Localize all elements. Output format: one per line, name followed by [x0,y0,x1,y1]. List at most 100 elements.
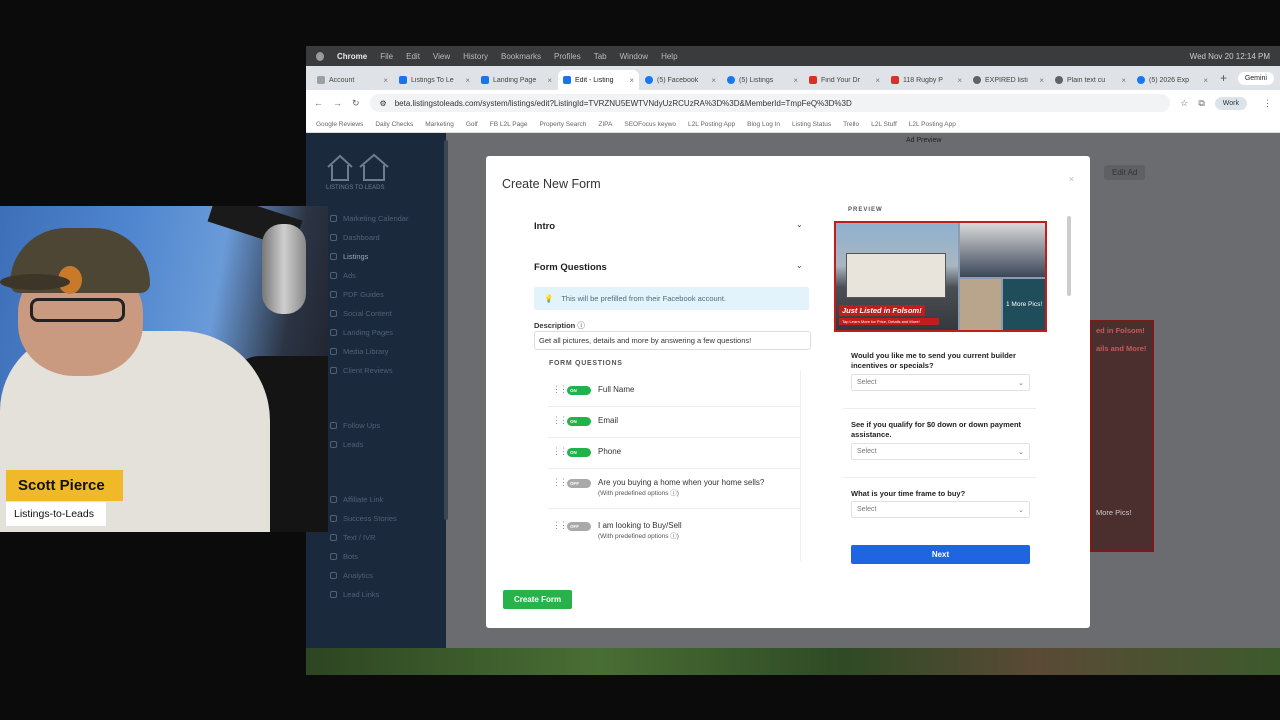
browser-tab[interactable]: (5) Listings × [722,70,803,90]
sidebar-item-bots[interactable]: Bots [330,552,358,561]
browser-tab[interactable]: Account × [312,70,393,90]
bookmark-item[interactable]: ZIPA [598,121,612,128]
sidebar-item-client-reviews[interactable]: Client Reviews [330,366,393,375]
sidebar-item-analytics[interactable]: Analytics [330,571,373,580]
menubar-app-name[interactable]: Chrome [337,52,367,61]
preview-select[interactable]: Select ⌄ [851,501,1030,518]
browser-tab[interactable]: 118 Rugby P × [886,70,967,90]
bookmark-item[interactable]: L2L Posting App [688,121,735,128]
toggle-switch[interactable]: ON [567,386,591,395]
bookmark-item[interactable]: L2L Stuff [871,121,897,128]
browser-tab[interactable]: Find Your Dr × [804,70,885,90]
reload-icon[interactable]: ↻ [352,98,360,109]
profile-button[interactable]: Work [1214,96,1247,110]
create-form-button[interactable]: Create Form [503,590,572,609]
sidebar-item-landing-pages[interactable]: Landing Pages [330,328,393,337]
drag-handle-icon[interactable]: ⋮⋮ [552,416,568,425]
menubar-bookmarks[interactable]: Bookmarks [501,52,541,61]
toggle-switch[interactable]: ON [567,448,591,457]
question-row[interactable]: ⋮⋮ OFF Are you buying a home when your h… [552,478,800,498]
bookmark-item[interactable]: Golf [466,121,478,128]
apple-icon[interactable] [316,51,324,61]
sidebar-item-leads[interactable]: Leads [330,440,363,449]
preview-select[interactable]: Select ⌄ [851,374,1030,391]
sidebar-item-follow-ups[interactable]: Follow Ups [330,421,380,430]
form-questions-section-header[interactable]: Form Questions [534,262,607,273]
menubar-tab[interactable]: Tab [594,52,607,61]
toggle-switch[interactable]: OFF [567,479,591,488]
drag-handle-icon[interactable]: ⋮⋮ [552,478,568,487]
menubar-window[interactable]: Window [620,52,648,61]
close-tab-icon[interactable]: × [793,76,798,85]
sidebar-item-text-ivr[interactable]: Text / IVR [330,533,376,542]
close-tab-icon[interactable]: × [957,76,962,85]
question-row[interactable]: ⋮⋮ ON Email [552,416,800,426]
close-tab-icon[interactable]: × [1039,76,1044,85]
site-info-icon[interactable]: ⚙ [380,99,387,108]
browser-tab[interactable]: Plain text cu × [1050,70,1131,90]
close-tab-icon[interactable]: × [1203,76,1208,85]
bookmark-item[interactable]: L2L Posting App [909,121,956,128]
forward-icon[interactable]: → [333,98,342,108]
edit-ad-button[interactable]: Edit Ad [1104,165,1146,180]
back-icon[interactable]: ← [314,98,323,108]
close-tab-icon[interactable]: × [1121,76,1126,85]
menubar-view[interactable]: View [433,52,450,61]
drag-handle-icon[interactable]: ⋮⋮ [552,447,568,456]
extensions-icon[interactable]: ⧉ [1198,98,1204,109]
browser-tab[interactable]: EXPIRED listi × [968,70,1049,90]
sidebar-item-lead-links[interactable]: Lead Links [330,590,379,599]
drag-handle-icon[interactable]: ⋮⋮ [552,521,568,530]
question-row[interactable]: ⋮⋮ ON Full Name [552,385,800,395]
new-tab-icon[interactable]: + [1214,71,1233,85]
sidebar-item-media-library[interactable]: Media Library [330,347,388,356]
bookmark-item[interactable]: Daily Checks [375,121,413,128]
menubar-history[interactable]: History [463,52,488,61]
bookmark-item[interactable]: SEOFocus keywo [624,121,676,128]
description-input[interactable]: Get all pictures, details and more by an… [534,331,811,350]
preview-select[interactable]: Select ⌄ [851,443,1030,460]
bookmark-item[interactable]: FB L2L Page [490,121,528,128]
help-icon[interactable]: ⓘ [670,533,677,540]
question-row[interactable]: ⋮⋮ ON Phone [552,447,800,457]
sidebar-item-listings[interactable]: Listings [330,252,368,261]
close-icon[interactable]: × [1069,174,1074,184]
close-tab-icon[interactable]: × [629,76,634,85]
bookmark-item[interactable]: Property Search [539,121,586,128]
bookmark-item[interactable]: Blog Log In [747,121,780,128]
url-text[interactable]: beta.listingstoleads.com/system/listings… [395,99,852,108]
bookmark-item[interactable]: Google Reviews [316,121,363,128]
drag-handle-icon[interactable]: ⋮⋮ [552,385,568,394]
gemini-button[interactable]: Gemini [1237,71,1274,85]
bookmark-item[interactable]: Marketing [425,121,454,128]
close-tab-icon[interactable]: × [875,76,880,85]
address-bar[interactable]: ⚙ beta.listingstoleads.com/system/listin… [369,94,1171,112]
browser-tab[interactable]: Landing Page × [476,70,557,90]
help-icon[interactable]: ⓘ [577,321,585,330]
sidebar-item-success-stories[interactable]: Success Stories [330,514,397,523]
browser-tab[interactable]: (5) Facebook × [640,70,721,90]
chevron-down-icon[interactable]: ⌄ [796,220,803,229]
sidebar-scrollbar[interactable] [444,140,448,520]
bookmark-item[interactable]: Trello [843,121,859,128]
browser-tab[interactable]: Listings To Le × [394,70,475,90]
bookmark-item[interactable]: Listing Status [792,121,831,128]
sidebar-item-pdf-guides[interactable]: PDF Guides [330,290,384,299]
preview-scrollbar[interactable] [1067,216,1071,296]
sidebar-item-social-content[interactable]: Social Content [330,309,392,318]
intro-section-header[interactable]: Intro [534,221,555,232]
sidebar-item-dashboard[interactable]: Dashboard [330,233,380,242]
browser-tab-active[interactable]: Edit - Listing × [558,70,639,90]
bookmark-star-icon[interactable]: ☆ [1180,98,1188,109]
menubar-edit[interactable]: Edit [406,52,420,61]
help-icon[interactable]: ⓘ [670,490,677,497]
close-tab-icon[interactable]: × [465,76,470,85]
sidebar-item-ads[interactable]: Ads [330,271,356,280]
question-row[interactable]: ⋮⋮ OFF I am looking to Buy/Sell (With pre… [552,521,800,541]
sidebar-item-marketing-calendar[interactable]: Marketing Calendar [330,214,408,223]
browser-tab[interactable]: (5) 2026 Exp × [1132,70,1213,90]
menubar-help[interactable]: Help [661,52,677,61]
menubar-file[interactable]: File [380,52,393,61]
next-button[interactable]: Next [851,545,1030,564]
toggle-switch[interactable]: OFF [567,522,591,531]
